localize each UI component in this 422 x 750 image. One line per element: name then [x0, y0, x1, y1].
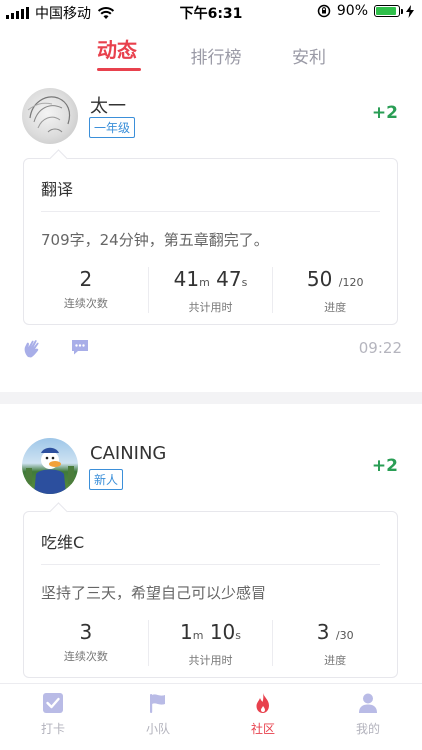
flag-icon	[150, 694, 165, 713]
nav-profile[interactable]: 我的	[338, 692, 398, 737]
stat-label: 进度	[324, 654, 347, 667]
stat-value: 3	[79, 620, 93, 644]
sketch-portrait-image	[27, 96, 71, 133]
stat-label: 进度	[324, 301, 347, 314]
username[interactable]: CAINING	[90, 443, 166, 464]
wave-hand-icon[interactable]	[22, 337, 44, 359]
stats-row: 3 连续次数 1m 10s 共计用时 3 /30 进度	[24, 620, 397, 667]
avatar[interactable]	[22, 88, 78, 144]
section-separator	[0, 392, 422, 404]
second-unit: s	[241, 276, 248, 289]
stat-label: 共计用时	[188, 654, 233, 667]
nav-team[interactable]: 小队	[128, 692, 188, 737]
stat-duration: 41m 47s 共计用时	[147, 267, 273, 314]
card-text: 709字，24分钟，第五章翻完了。	[41, 231, 269, 249]
stat-seconds: 10	[209, 620, 236, 644]
level-badge: 新人	[89, 469, 124, 490]
avatar[interactable]	[22, 438, 78, 494]
card-text: 坚持了三天，希望自己可以少感冒	[41, 584, 267, 602]
tab-ranking[interactable]: 排行榜	[191, 43, 242, 68]
stat-seconds: 47	[216, 267, 242, 291]
comment-icon[interactable]	[70, 337, 90, 357]
username[interactable]: 太一	[90, 92, 126, 118]
nav-checkin[interactable]: 打卡	[23, 692, 83, 737]
nav-community[interactable]: 社区	[233, 692, 293, 737]
stat-minutes: 41	[173, 267, 200, 291]
points-label: +2	[371, 456, 398, 476]
stat-progress: 50 /120 进度	[272, 267, 397, 314]
nav-label: 打卡	[40, 722, 65, 736]
active-tab-indicator	[97, 68, 141, 71]
minute-unit: m	[199, 276, 210, 289]
nav-label: 小队	[145, 722, 170, 736]
checkbox-icon	[43, 693, 63, 713]
points-label: +2	[371, 103, 398, 123]
card-title: 翻译	[41, 180, 74, 199]
stat-minutes: 1	[180, 620, 193, 644]
second-unit: s	[235, 629, 241, 642]
post-actions: 09:22	[22, 337, 402, 361]
flame-icon	[256, 693, 269, 713]
status-bar: 中国移动 下午6:31 90%	[0, 0, 422, 24]
orientation-lock-icon	[317, 4, 331, 18]
top-tabs: 动态 排行榜 安利	[0, 34, 422, 74]
divider	[41, 564, 380, 565]
stat-progress: 3 /30 进度	[272, 620, 397, 667]
minute-unit: m	[192, 629, 204, 642]
status-right: 90%	[317, 3, 414, 19]
stat-label: 连续次数	[63, 650, 108, 663]
person-icon	[359, 693, 377, 713]
stat-streak: 2 连续次数	[24, 267, 148, 313]
stat-total: /30	[335, 629, 354, 642]
divider	[41, 211, 380, 212]
stat-value: 2	[79, 267, 93, 291]
card-title: 吃维C	[41, 533, 85, 552]
stat-duration: 1m 10s 共计用时	[147, 620, 273, 667]
checkin-card[interactable]: 吃维C 坚持了三天，希望自己可以少感冒 3 连续次数 1m 10s 共计用时 3…	[23, 511, 398, 678]
stat-total: /120	[338, 276, 364, 289]
duck-photo-image	[26, 447, 74, 494]
tab-recommend[interactable]: 安利	[292, 43, 326, 68]
tab-feed[interactable]: 动态	[97, 34, 137, 63]
nav-label: 社区	[250, 722, 275, 736]
checkin-card[interactable]: 翻译 709字，24分钟，第五章翻完了。 2 连续次数 41m 47s 共计用时…	[23, 158, 398, 325]
stat-value: 3	[316, 620, 330, 644]
level-badge: 一年级	[89, 117, 136, 138]
battery-icon	[374, 5, 403, 17]
stat-label: 连续次数	[63, 297, 108, 310]
bottom-nav: 打卡 小队 社区 我的	[0, 683, 422, 750]
post-time: 09:22	[358, 339, 402, 357]
charging-icon	[406, 4, 414, 18]
nav-label: 我的	[355, 722, 380, 736]
battery-percent: 90%	[336, 3, 368, 19]
stats-row: 2 连续次数 41m 47s 共计用时 50 /120 进度	[24, 267, 397, 314]
stat-streak: 3 连续次数	[24, 620, 148, 666]
stat-value: 50	[306, 267, 333, 291]
stat-label: 共计用时	[188, 301, 233, 314]
